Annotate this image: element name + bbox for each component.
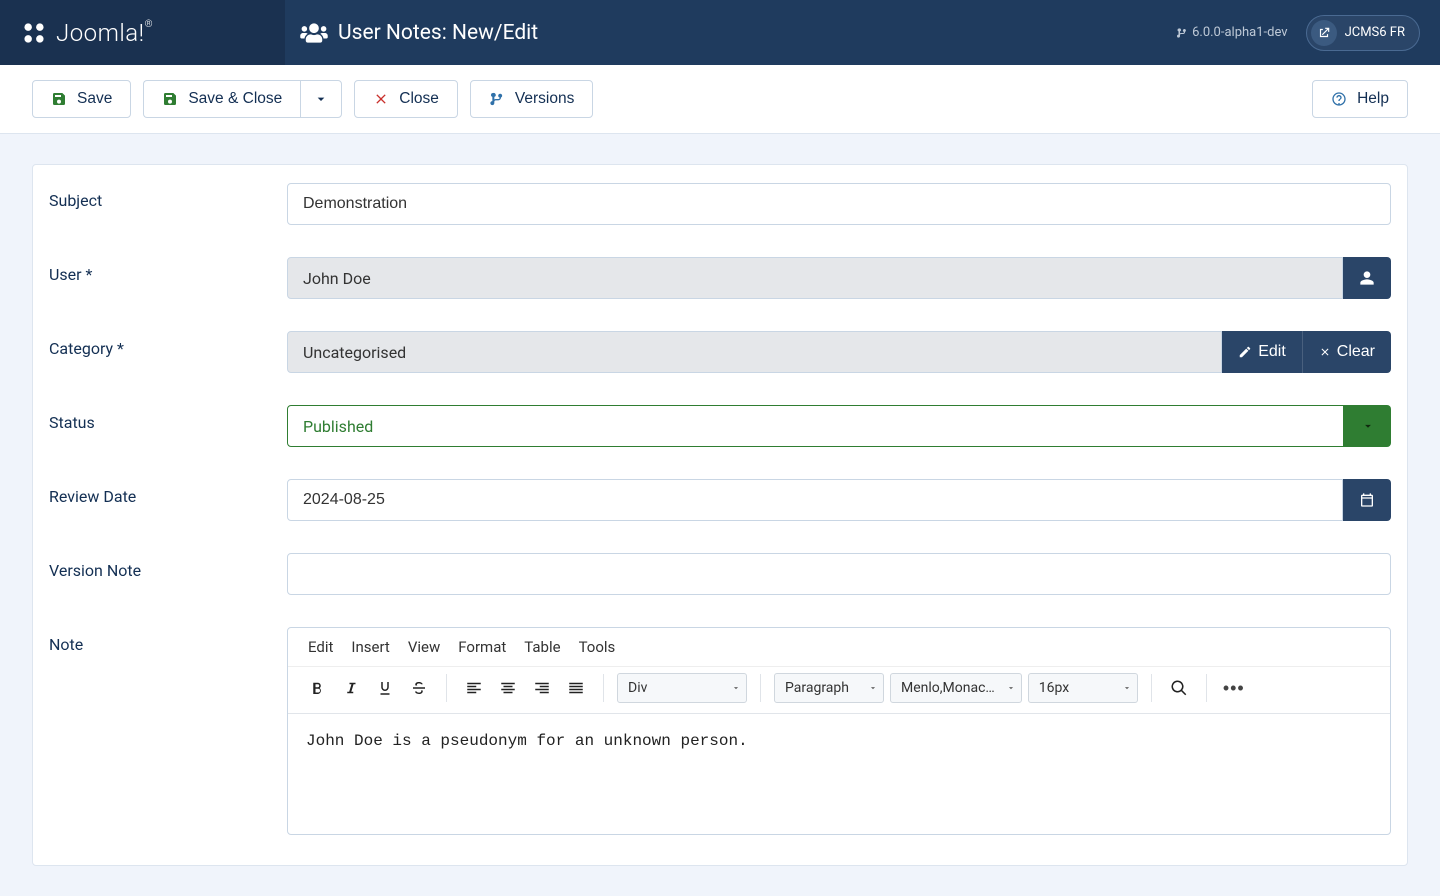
review-date-input[interactable] — [287, 479, 1343, 521]
external-link-icon — [1311, 20, 1337, 46]
align-right-icon — [533, 679, 551, 697]
editor-body[interactable]: John Doe is a pseudonym for an unknown p… — [288, 714, 1390, 834]
row-status: Status Published — [49, 405, 1391, 447]
row-review-date: Review Date — [49, 479, 1391, 521]
align-center-icon — [499, 679, 517, 697]
search-icon — [1170, 679, 1188, 697]
version-badge[interactable]: 6.0.0-alpha1-dev — [1176, 25, 1287, 40]
editor-menu-table[interactable]: Table — [524, 638, 560, 656]
font-select[interactable]: Menlo,Monac… — [890, 673, 1022, 703]
editor-menu-tools[interactable]: Tools — [579, 638, 616, 656]
label-user: User * — [49, 257, 287, 284]
save-button[interactable]: Save — [32, 80, 131, 118]
style-select[interactable]: Paragraph — [774, 673, 884, 703]
save-icon — [51, 91, 67, 107]
category-clear-button[interactable]: Clear — [1302, 331, 1391, 373]
align-right-button[interactable] — [525, 671, 559, 705]
save-dropdown-button[interactable] — [300, 80, 342, 118]
align-left-icon — [465, 679, 483, 697]
joomla-logo-icon — [20, 19, 48, 47]
save-icon — [162, 91, 178, 107]
pencil-icon — [1238, 345, 1252, 359]
search-button[interactable] — [1162, 671, 1196, 705]
label-note: Note — [49, 627, 287, 654]
underline-button[interactable] — [368, 671, 402, 705]
row-subject: Subject — [49, 183, 1391, 225]
logo-text: Joomla!® — [56, 19, 153, 47]
bold-button[interactable] — [300, 671, 334, 705]
align-center-button[interactable] — [491, 671, 525, 705]
bold-icon — [308, 679, 326, 697]
close-icon — [1319, 346, 1331, 358]
category-display: Uncategorised — [287, 331, 1222, 373]
label-review-date: Review Date — [49, 479, 287, 506]
label-version-note: Version Note — [49, 553, 287, 580]
row-version-note: Version Note — [49, 553, 1391, 595]
ellipsis-icon: ••• — [1223, 678, 1245, 699]
block-select[interactable]: Div — [617, 673, 747, 703]
italic-icon — [342, 679, 360, 697]
strikethrough-button[interactable] — [402, 671, 436, 705]
italic-button[interactable] — [334, 671, 368, 705]
editor-menu-format[interactable]: Format — [458, 638, 506, 656]
branch-icon — [489, 91, 505, 107]
versions-button[interactable]: Versions — [470, 80, 593, 118]
row-user: User * John Doe — [49, 257, 1391, 299]
align-left-button[interactable] — [457, 671, 491, 705]
users-icon — [300, 22, 328, 44]
subject-input[interactable] — [287, 183, 1391, 225]
align-justify-icon — [567, 679, 585, 697]
row-category: Category * Uncategorised Edit Clear — [49, 331, 1391, 373]
date-picker-button[interactable] — [1343, 479, 1391, 521]
user-display: John Doe — [287, 257, 1343, 299]
label-subject: Subject — [49, 183, 287, 210]
user-icon — [1359, 270, 1375, 286]
page-title-area: User Notes: New/Edit — [285, 21, 1176, 45]
save-close-button[interactable]: Save & Close — [143, 80, 300, 118]
close-icon — [373, 91, 389, 107]
app-header: Joomla!® User Notes: New/Edit 6.0.0-alph… — [0, 0, 1440, 65]
close-button[interactable]: Close — [354, 80, 458, 118]
user-select-button[interactable] — [1343, 257, 1391, 299]
help-button[interactable]: Help — [1312, 80, 1408, 118]
chevron-down-icon — [1361, 419, 1375, 433]
editor-menubar: Edit Insert View Format Table Tools — [288, 628, 1390, 667]
fontsize-select[interactable]: 16px — [1028, 673, 1138, 703]
label-category: Category * — [49, 331, 287, 358]
code-branch-icon — [1176, 27, 1188, 39]
site-link-pill[interactable]: JCMS6 FR — [1306, 15, 1420, 51]
page-title: User Notes: New/Edit — [338, 21, 538, 45]
calendar-icon — [1359, 492, 1375, 508]
editor-toolbar: Div Paragraph Menlo,Monac… — [288, 667, 1390, 714]
status-dropdown-button[interactable] — [1344, 405, 1391, 447]
row-note: Note Edit Insert View Format Table Tools — [49, 627, 1391, 835]
editor-menu-insert[interactable]: Insert — [351, 638, 389, 656]
editor-menu-view[interactable]: View — [408, 638, 440, 656]
logo-area[interactable]: Joomla!® — [0, 0, 285, 65]
version-note-input[interactable] — [287, 553, 1391, 595]
site-label: JCMS6 FR — [1345, 25, 1405, 40]
action-toolbar: Save Save & Close Close Versions Help — [0, 65, 1440, 134]
label-status: Status — [49, 405, 287, 432]
header-right: 6.0.0-alpha1-dev JCMS6 FR — [1176, 15, 1440, 51]
underline-icon — [376, 679, 394, 697]
strikethrough-icon — [410, 679, 428, 697]
category-edit-button[interactable]: Edit — [1222, 331, 1302, 373]
editor-menu-edit[interactable]: Edit — [308, 638, 333, 656]
more-button[interactable]: ••• — [1217, 671, 1251, 705]
form-card: Subject User * John Doe Category * Uncat… — [32, 164, 1408, 866]
question-icon — [1331, 91, 1347, 107]
chevron-down-icon — [313, 91, 329, 107]
editor: Edit Insert View Format Table Tools — [287, 627, 1391, 835]
status-select[interactable]: Published — [287, 405, 1344, 447]
save-close-group: Save & Close — [143, 80, 342, 118]
align-justify-button[interactable] — [559, 671, 593, 705]
form-area: Subject User * John Doe Category * Uncat… — [0, 134, 1440, 896]
